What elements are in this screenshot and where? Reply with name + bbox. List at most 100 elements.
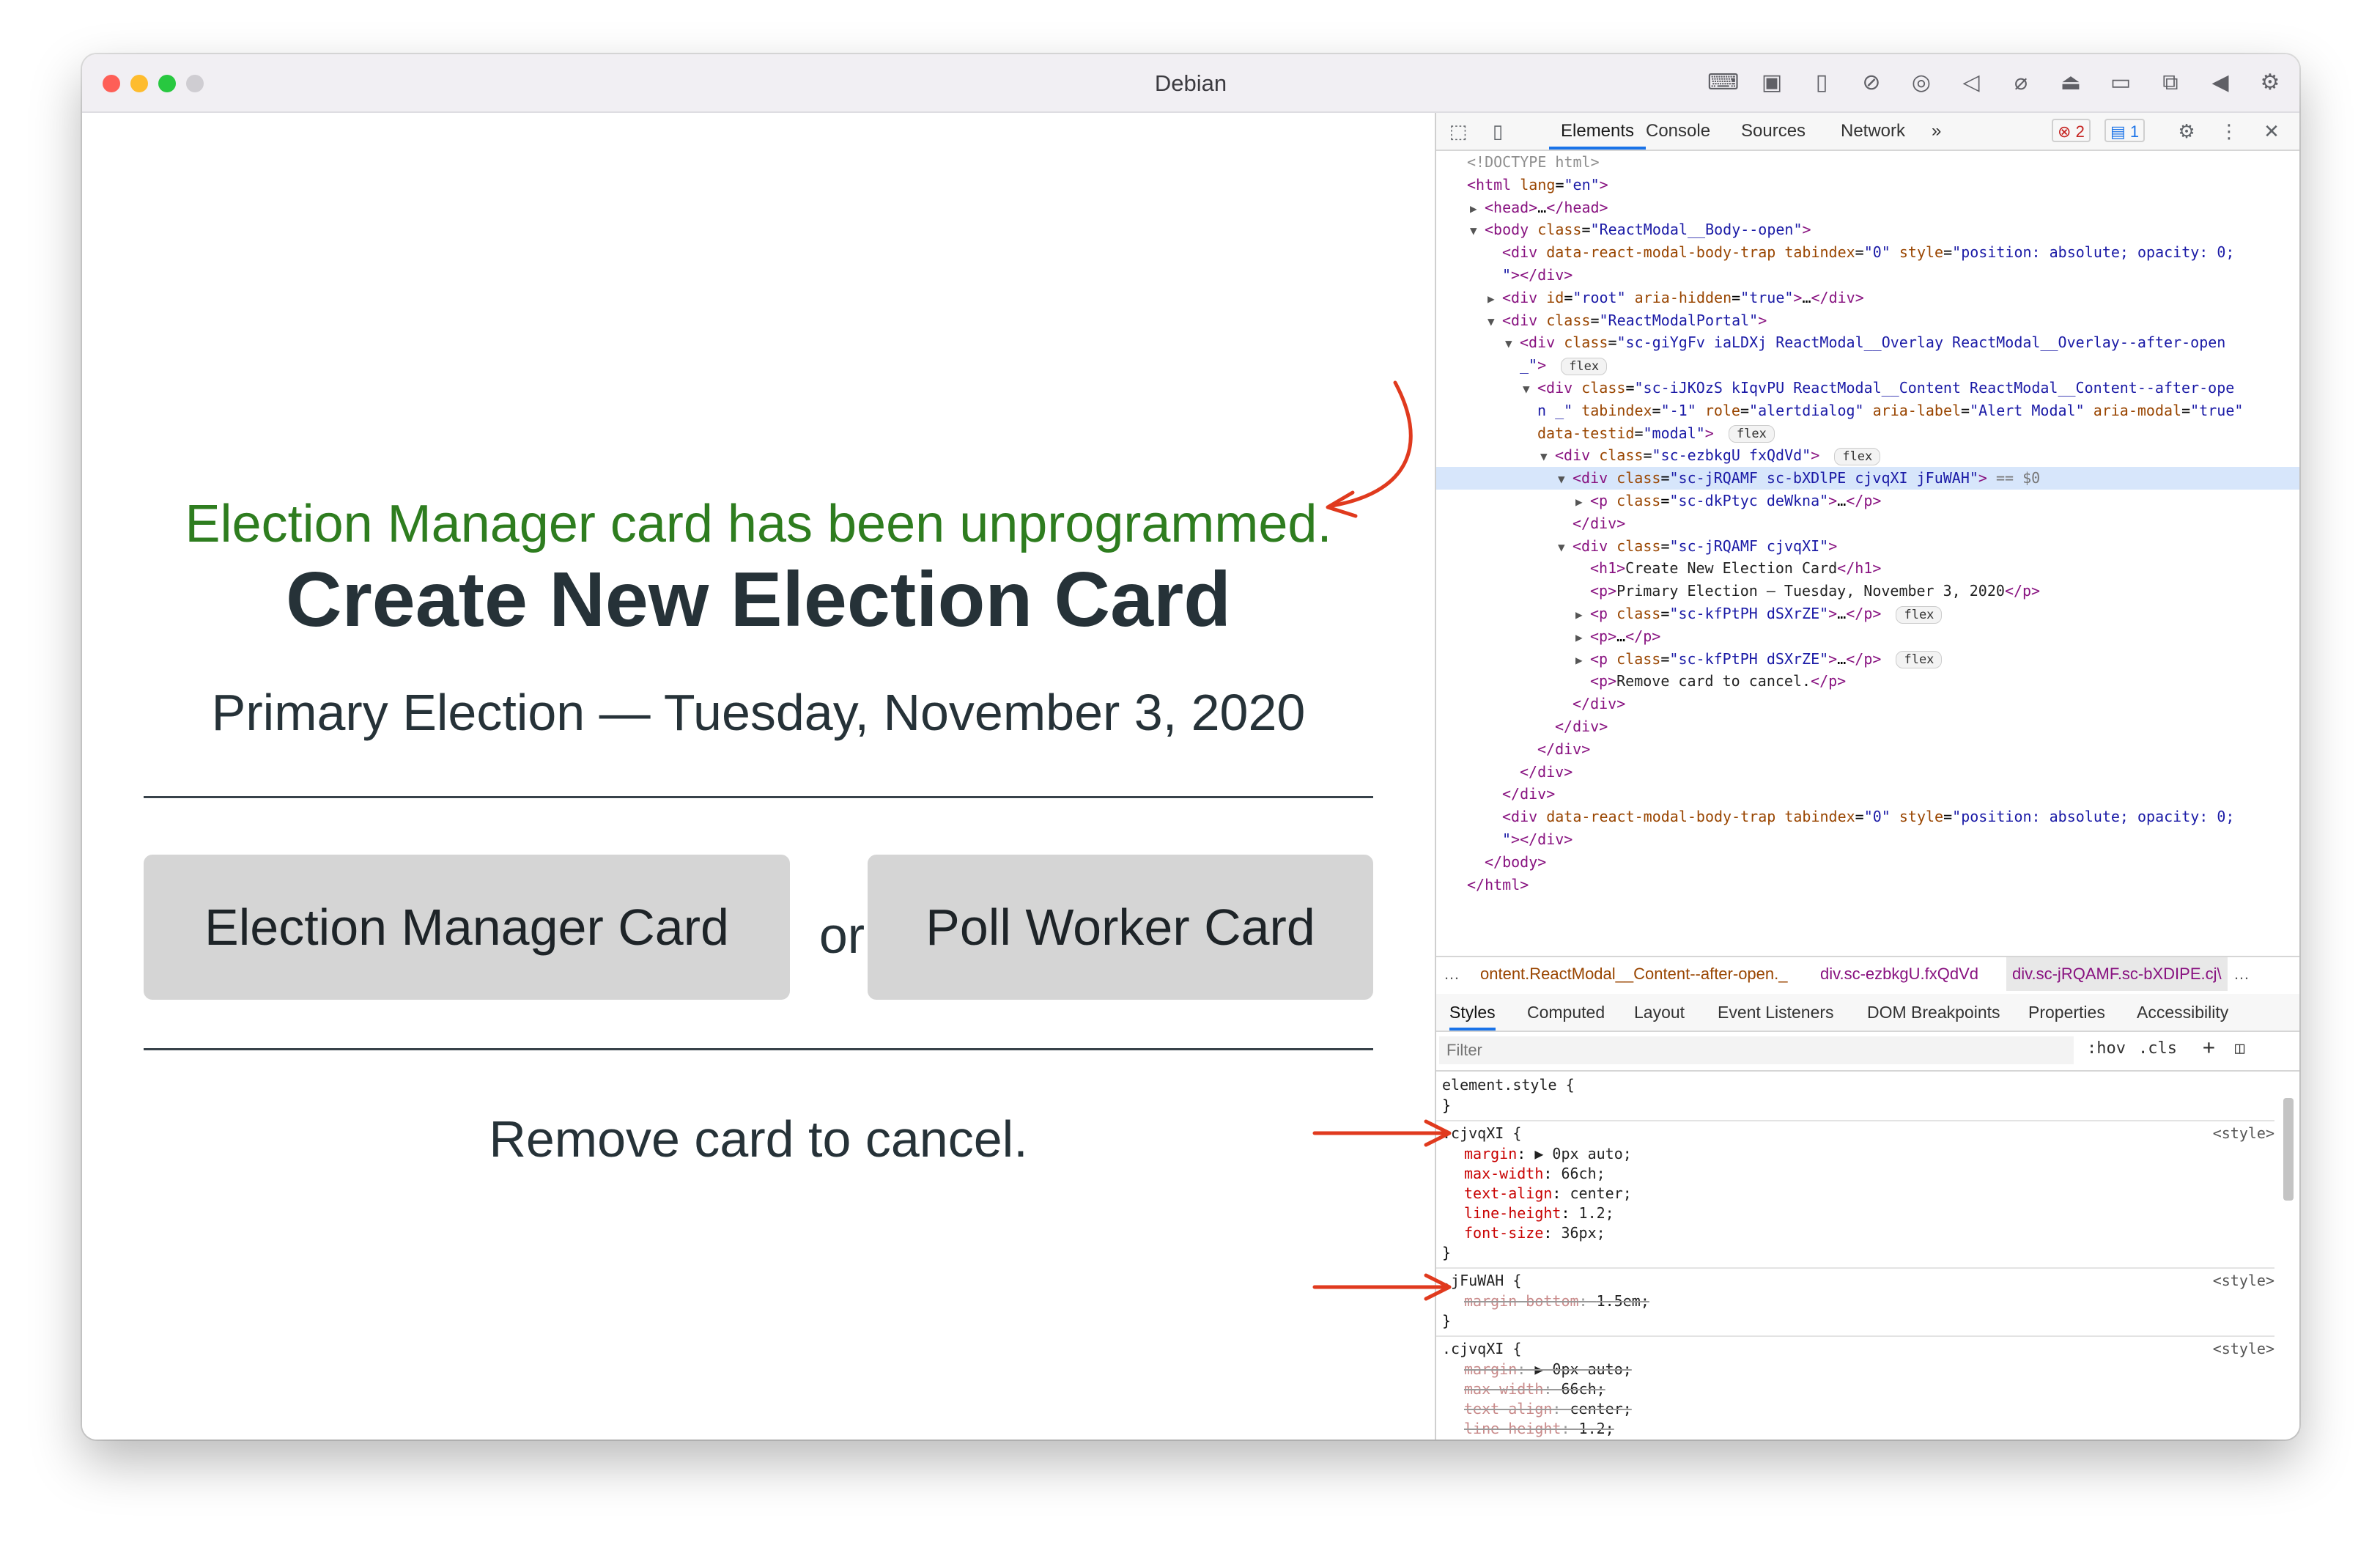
css-declaration[interactable]: margin-bottom: 1.5em;	[1464, 1291, 1649, 1311]
css-property-value[interactable]: 1.5em;	[1597, 1292, 1649, 1310]
dom-node-line[interactable]: </div>	[1436, 512, 2299, 535]
css-declaration[interactable]: margin: ▶ 0px auto;	[1464, 1143, 1632, 1164]
dom-node-line[interactable]: <!DOCTYPE html>	[1436, 151, 2299, 174]
dom-node-line[interactable]: ▶ <div id="root" aria-hidden="true">…</di…	[1436, 287, 2299, 309]
dom-node-line[interactable]: </div>	[1436, 761, 2299, 784]
breadcrumb-item[interactable]: div.sc-ezbkgU.fxQdVd	[1820, 957, 1978, 991]
error-badge[interactable]: ⊗ 2	[2052, 119, 2091, 142]
dom-node-line[interactable]: </div>	[1436, 693, 2299, 715]
expand-triangle-icon[interactable]: ▶	[1575, 649, 1590, 671]
expand-triangle-icon[interactable]: ▶	[1575, 490, 1590, 512]
dom-node-line[interactable]: <html lang="en">	[1436, 174, 2299, 196]
css-property-name[interactable]: font-size	[1464, 1224, 1543, 1242]
dom-node-line[interactable]: ▶ <p>…</p>	[1436, 625, 2299, 648]
dom-node-line[interactable]: </div>	[1436, 715, 2299, 738]
styles-filter-input[interactable]	[1439, 1036, 2074, 1064]
dom-tree[interactable]: … <!DOCTYPE html><html lang="en">▶<head>…	[1436, 151, 2299, 956]
new-rule-icon[interactable]: +	[2203, 1035, 2215, 1059]
css-property-name[interactable]: line-height	[1464, 1420, 1561, 1437]
arrow-left-icon[interactable]: ◀	[2206, 68, 2235, 97]
breadcrumb-overflow[interactable]: …	[2233, 957, 2250, 991]
expand-triangle-icon[interactable]: ▶	[1488, 287, 1502, 309]
subtab-styles[interactable]: Styles	[1449, 994, 1496, 1031]
cpu-icon[interactable]: ▣	[1757, 68, 1786, 97]
css-property-name[interactable]: line-height	[1464, 1204, 1561, 1222]
css-rule[interactable]: .cjvqXI { <style> margin: ▶ 0px auto; max-w…	[1436, 1338, 2274, 1440]
drive-icon[interactable]: ⏏	[2056, 68, 2085, 97]
more-options-icon[interactable]: ⋮	[2217, 120, 2241, 144]
dom-node-line[interactable]: <h1>Create New Election Card</h1>	[1436, 557, 2299, 580]
dom-node-line[interactable]: ▶ <head>…</head>	[1436, 196, 2299, 219]
dom-node-line[interactable]: ▼ <div class="sc-giYgFv iaLDXj ReactModal…	[1436, 331, 2299, 354]
devtools-tab-elements[interactable]: Elements	[1549, 113, 1647, 150]
devtools-tab-console[interactable]: Console	[1646, 113, 1710, 150]
settings-gear-icon[interactable]: ⚙	[2175, 120, 2198, 144]
settings-icon[interactable]: ⚙	[2255, 68, 2285, 97]
devtools-tab-sources[interactable]: Sources	[1741, 113, 1806, 150]
subtab-computed[interactable]: Computed	[1527, 994, 1605, 1031]
subtab-dom-breakpoints[interactable]: DOM Breakpoints	[1867, 994, 2000, 1031]
css-property-name[interactable]: margin	[1464, 1145, 1517, 1162]
dom-node-line[interactable]: </div>	[1436, 738, 2299, 761]
usb-icon[interactable]: ▯	[1807, 68, 1836, 97]
dom-node-line[interactable]: ▼ <div class="sc-jRQAMF cjvqXI">	[1436, 535, 2299, 558]
css-property-value[interactable]: 1.2;	[1579, 1420, 1614, 1437]
collapse-triangle-icon[interactable]: ▼	[1470, 219, 1485, 241]
device-toolbar-icon[interactable]: ▯	[1486, 120, 1509, 144]
breadcrumb-item[interactable]: ontent.ReactModal__Content--after-open._	[1480, 957, 1787, 991]
message-badge[interactable]: ▤ 1	[2104, 119, 2146, 142]
dom-node-line[interactable]: <div data-react-modal-body-trap tabindex…	[1436, 806, 2299, 828]
css-rule[interactable]: .cjvqXI {<style> margin: ▶ 0px auto; max-w…	[1436, 1123, 2274, 1269]
css-property-name[interactable]: max-width	[1464, 1165, 1543, 1182]
dom-node-line[interactable]: "></div>	[1436, 264, 2299, 287]
close-devtools-icon[interactable]: ✕	[2260, 120, 2283, 144]
css-property-value[interactable]: center;	[1570, 1184, 1632, 1202]
microphone-off-icon[interactable]: ⌀	[2006, 68, 2036, 97]
dom-node-line[interactable]: ▶ <p class="sc-kfPtPH dSXrZE">…</p> flex	[1436, 602, 2299, 625]
css-property-name[interactable]: text-align	[1464, 1184, 1552, 1202]
css-property-name[interactable]: max-width	[1464, 1380, 1543, 1398]
subtab-layout[interactable]: Layout	[1634, 994, 1685, 1031]
css-rule[interactable]: element.style {}	[1436, 1075, 2274, 1121]
network-icon[interactable]: ◎	[1907, 68, 1936, 97]
collapse-triangle-icon[interactable]: ▼	[1540, 445, 1555, 467]
rule-source-link[interactable]: <style>	[2213, 1338, 2274, 1359]
collapse-triangle-icon[interactable]: ▼	[1505, 332, 1520, 354]
cls-toggle[interactable]: .cls	[2138, 1039, 2177, 1058]
camera-off-icon[interactable]: ▭	[2106, 68, 2135, 97]
css-property-name[interactable]: text-align	[1464, 1400, 1552, 1418]
collapse-triangle-icon[interactable]: ▼	[1488, 310, 1502, 332]
rule-source-link[interactable]: <style>	[2213, 1270, 2274, 1291]
dom-node-line[interactable]: <p>Primary Election — Tuesday, November …	[1436, 580, 2299, 602]
dom-node-line[interactable]: data-testid="modal"> flex	[1436, 422, 2299, 445]
css-property-value[interactable]: 66ch;	[1561, 1380, 1605, 1398]
css-declaration[interactable]: max-width: 66ch;	[1464, 1379, 1605, 1399]
hov-toggle[interactable]: :hov	[2087, 1039, 2126, 1058]
subtab-properties[interactable]: Properties	[2028, 994, 2105, 1031]
css-property-name[interactable]: margin	[1464, 1360, 1517, 1378]
css-declaration[interactable]: font-size: 36px;	[1464, 1223, 1605, 1243]
css-property-value[interactable]: 1.2;	[1579, 1204, 1614, 1222]
dom-node-line[interactable]: ▶ <p class="sc-dkPtyc deWkna">…</p>	[1436, 490, 2299, 512]
dom-node-line[interactable]: _"> flex	[1436, 354, 2299, 377]
dom-node-line[interactable]: ▼ <div class="ReactModalPortal">	[1436, 309, 2299, 332]
display-off-icon[interactable]: ⊘	[1857, 68, 1886, 97]
rule-selector[interactable]: .cjvqXI {	[1442, 1123, 1521, 1143]
collapse-triangle-icon[interactable]: ▼	[1558, 536, 1572, 558]
collapse-triangle-icon[interactable]: ▼	[1523, 377, 1537, 399]
expand-triangle-icon[interactable]: ▶	[1575, 603, 1590, 625]
dom-node-line[interactable]: <p>Remove card to cancel.</p>	[1436, 670, 2299, 693]
devtools-tab-network[interactable]: Network	[1841, 113, 1905, 150]
keyboard-icon[interactable]: ⌨	[1707, 68, 1739, 97]
dom-node-line[interactable]: "></div>	[1436, 828, 2299, 851]
styles-scrollbar[interactable]	[2282, 1085, 2295, 1429]
election-manager-card-button[interactable]: Election Manager Card	[144, 855, 790, 1000]
css-declaration[interactable]: text-align: center;	[1464, 1398, 1632, 1419]
css-declaration[interactable]: text-align: center;	[1464, 1183, 1632, 1204]
dom-node-line[interactable]: ▼ <div class="sc-jRQAMF sc-bXDlPE cjvqXI …	[1436, 467, 2299, 490]
css-rule[interactable]: .jFuWAH {<style> margin-bottom: 1.5em;}	[1436, 1270, 2274, 1337]
css-declaration[interactable]: margin: ▶ 0px auto;	[1464, 1359, 1632, 1379]
css-declaration[interactable]: line-height: 1.2;	[1464, 1418, 1614, 1439]
rule-selector[interactable]: .cjvqXI {	[1442, 1338, 1521, 1359]
collapse-triangle-icon[interactable]: ▼	[1558, 468, 1572, 490]
